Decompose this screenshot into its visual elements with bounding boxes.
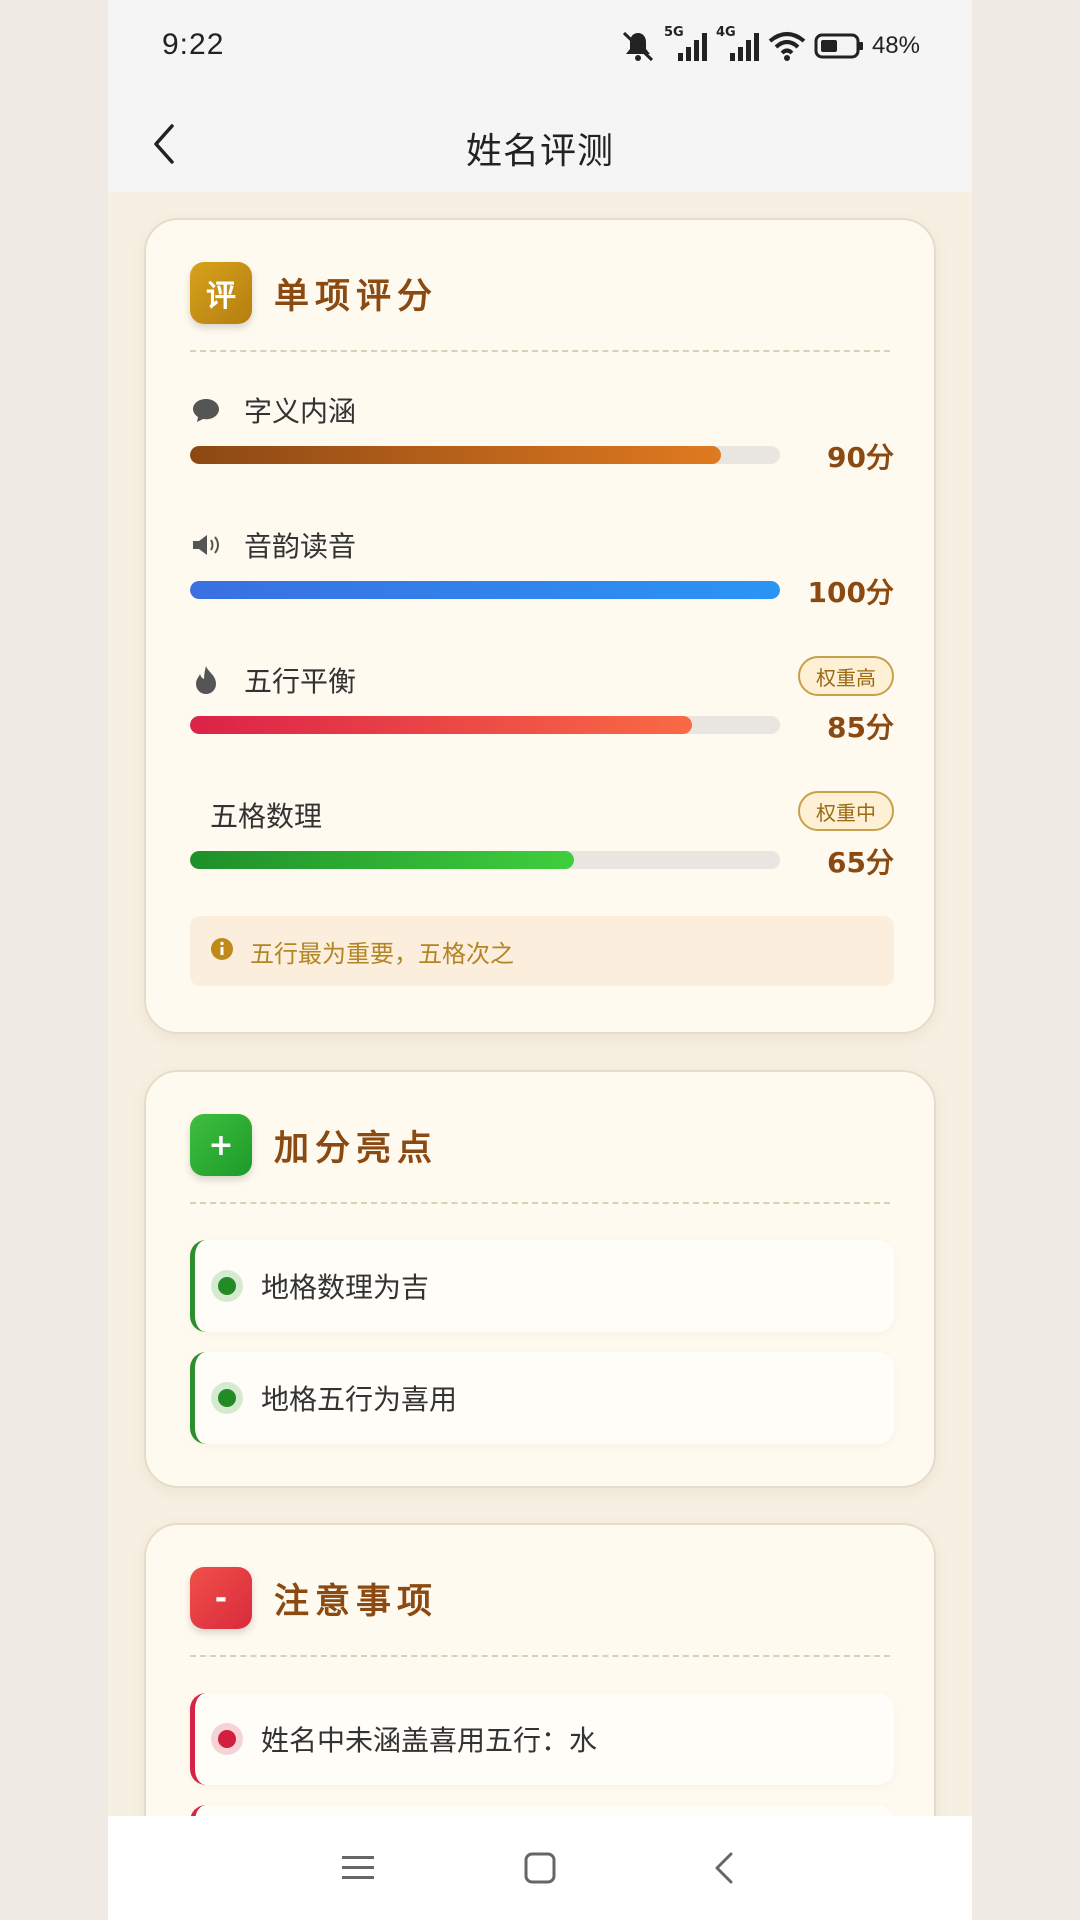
bullet-dot-icon	[211, 1723, 243, 1755]
score-label-row: 音韵读音	[190, 525, 356, 565]
bonus-item-text: 地格五行为喜用	[261, 1383, 458, 1416]
score-value: 100分	[807, 576, 894, 609]
chevron-left-icon	[715, 1852, 733, 1884]
network-4g-label: 4G	[715, 25, 736, 40]
bonus-item: 地格五行为喜用	[190, 1352, 894, 1444]
speaker-icon	[190, 529, 222, 561]
score-label-row: 字义内涵	[190, 390, 356, 430]
bonus-item: 地格数理为吉	[190, 1240, 894, 1332]
score-value: 85分	[827, 711, 894, 744]
info-icon	[210, 937, 234, 965]
score-value: 65分	[827, 846, 894, 879]
wifi-icon	[768, 30, 806, 62]
notice-card-title: 注意事项	[274, 1581, 439, 1622]
scores-card-header: 评 单项评分	[190, 262, 438, 324]
score-label-row: 五格数理	[210, 795, 322, 835]
home-button[interactable]	[514, 1842, 566, 1894]
bonus-item-text: 地格数理为吉	[261, 1271, 430, 1304]
bullet-dot-icon	[211, 1382, 243, 1414]
scores-card: 评 单项评分 字义内涵 90分 音韵读音 100分 五行平衡 权重高 85分 五…	[144, 218, 936, 1034]
score-bar-fill	[190, 851, 574, 869]
score-bar-track	[190, 446, 780, 464]
score-label: 五行平衡	[244, 665, 357, 698]
weight-tag: 权重中	[798, 791, 894, 831]
battery-percent: 48%	[871, 32, 920, 59]
signal-5g-icon: 5G	[664, 25, 708, 63]
bonus-card-header: + 加分亮点	[190, 1114, 438, 1176]
bonus-card: + 加分亮点 地格数理为吉 地格五行为喜用	[144, 1070, 936, 1488]
divider	[190, 1655, 890, 1657]
notice-card-header: - 注意事项	[190, 1567, 438, 1629]
scores-card-title: 单项评分	[274, 276, 439, 317]
system-nav-bar	[108, 1816, 972, 1920]
score-bar-track	[190, 716, 780, 734]
app-header: 姓名评测	[108, 96, 972, 192]
score-label: 五格数理	[210, 800, 323, 833]
divider	[190, 350, 890, 352]
status-time: 9:22	[162, 28, 225, 61]
minus-badge: -	[190, 1567, 252, 1629]
score-item-five-grids: 五格数理 权重中 65分	[190, 791, 894, 915]
notice-item-text: 姓名中未涵盖喜用五行：水	[261, 1724, 598, 1757]
chat-bubble-icon	[190, 394, 222, 426]
flame-icon	[190, 664, 222, 696]
menu-icon	[342, 1856, 374, 1879]
status-icons: 5G 4G 48%	[620, 25, 920, 64]
mute-icon	[620, 30, 656, 62]
score-label-row: 五行平衡	[190, 660, 356, 700]
plus-badge: +	[190, 1114, 252, 1176]
signal-4g-icon: 4G	[716, 25, 760, 63]
phone-screen: 9:22 5G 4G 48% 姓名评测 评 单项评分 字义内涵 90分 音韵读音…	[108, 0, 972, 1920]
bullet-dot-icon	[211, 1270, 243, 1302]
tip-box: 五行最为重要，五格次之	[190, 916, 894, 986]
page-title: 姓名评测	[465, 131, 614, 172]
score-bar-track	[190, 581, 780, 599]
score-bar-fill	[190, 716, 692, 734]
score-label: 字义内涵	[244, 395, 357, 428]
score-bar-track	[190, 851, 780, 869]
score-bar-fill	[190, 581, 780, 599]
score-item-meaning: 字义内涵 90分	[190, 390, 894, 510]
network-5g-label: 5G	[663, 25, 684, 40]
battery-icon	[814, 32, 864, 60]
menu-button[interactable]	[332, 1842, 384, 1894]
divider	[190, 1202, 890, 1204]
status-bar: 9:22 5G 4G 48%	[108, 0, 972, 96]
scores-badge: 评	[190, 262, 252, 324]
tip-text: 五行最为重要，五格次之	[250, 939, 514, 968]
weight-tag: 权重高	[798, 656, 894, 696]
bonus-card-title: 加分亮点	[274, 1128, 439, 1169]
score-item-five-elements: 五行平衡 权重高 85分	[190, 656, 894, 780]
home-square-icon	[524, 1852, 556, 1884]
notice-item: 姓名中未涵盖喜用五行：水	[190, 1693, 894, 1785]
system-back-button[interactable]	[698, 1842, 750, 1894]
score-item-pronunciation: 音韵读音 100分	[190, 525, 894, 645]
score-label: 音韵读音	[244, 530, 357, 563]
score-value: 90分	[827, 441, 894, 474]
score-bar-fill	[190, 446, 721, 464]
